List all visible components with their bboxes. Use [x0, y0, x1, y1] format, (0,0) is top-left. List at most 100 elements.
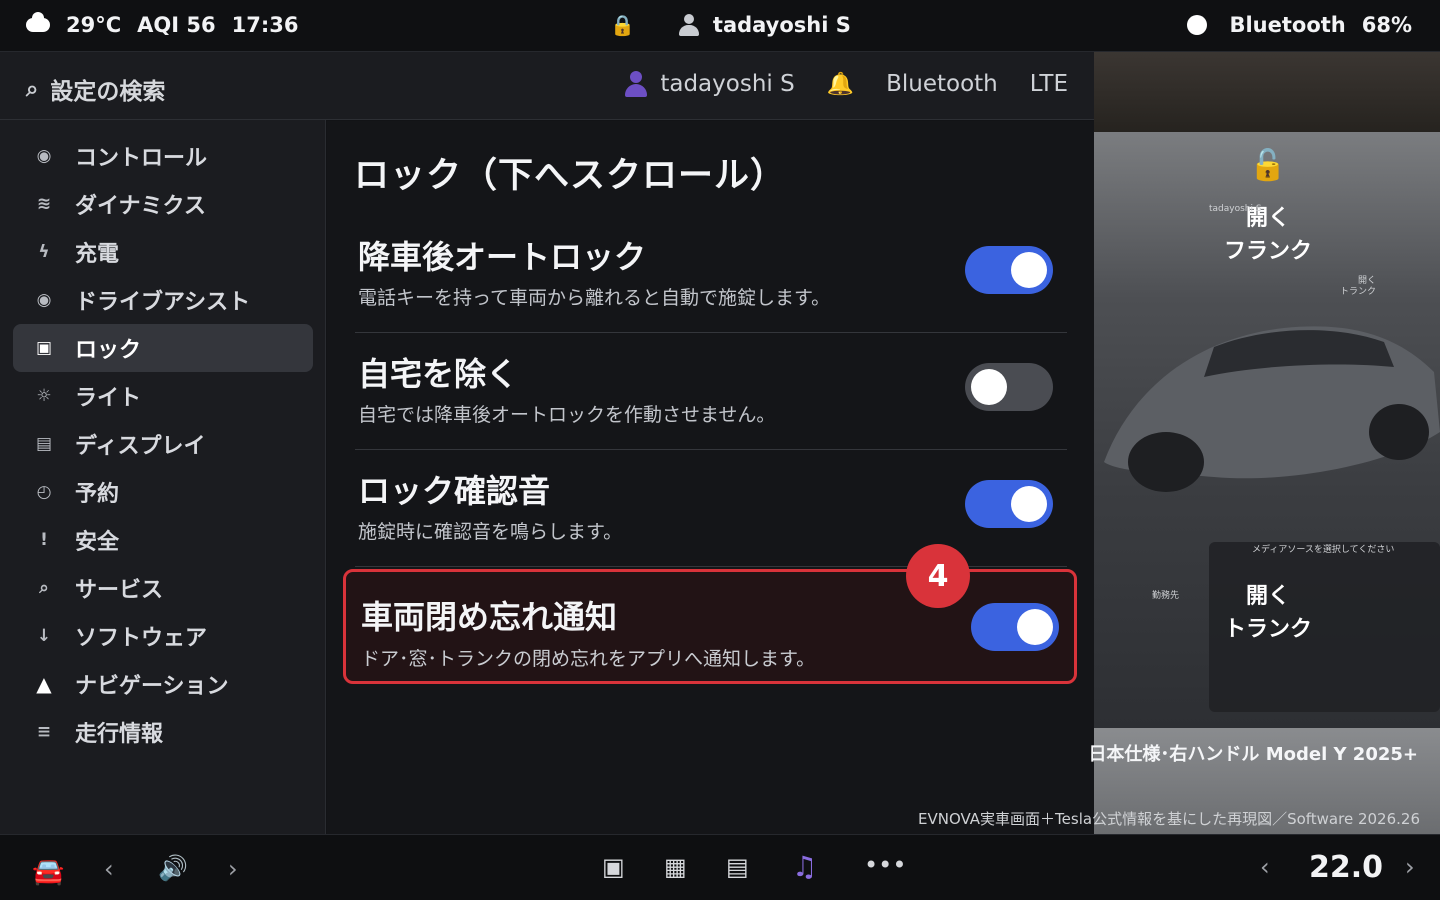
clock: 17:36 [231, 13, 299, 37]
front-wheel-shape [1128, 432, 1204, 492]
rear-wheel-shape [1369, 404, 1429, 460]
car-tiny-user: tadayoshi S [1209, 204, 1262, 214]
car-panel-top [1094, 52, 1440, 132]
header-network: LTE [1029, 71, 1068, 97]
status-center: 🔒 tadayoshi S [610, 13, 851, 37]
battery-percent: 68% [1361, 13, 1412, 37]
sidebar-item-safety[interactable]: ! 安全 [13, 516, 313, 564]
caption-source: EVNOVA実車画面＋Tesla公式情報を基にした再現図／Software 20… [917, 810, 1420, 828]
sidebar-item-lights[interactable]: ☼ ライト [13, 372, 313, 420]
circle-icon: ◉ [36, 290, 52, 310]
sun-icon: ☼ [36, 386, 52, 406]
bell-icon[interactable]: 🔔 [827, 72, 854, 97]
setting-title: ロック確認音 [358, 472, 551, 510]
music-icon[interactable]: ♫ [792, 850, 817, 883]
sidebar-item-navigation[interactable]: ▲ ナビゲーション [13, 660, 313, 708]
sidebar-item-software[interactable]: ↓ ソフトウェア [13, 612, 313, 660]
sidebar-item-label: 充電 [75, 242, 120, 267]
settings-content: ロック（下へスクロール） 降車後オートロック 電話キーを持って車両から離れると自… [327, 121, 1094, 834]
list-icon[interactable]: ▤ [726, 853, 749, 881]
setting-title: 車両閉め忘れ通知 [361, 598, 618, 636]
car-lock-icon[interactable]: 🔓 [1249, 148, 1286, 183]
exclude-home-toggle[interactable] [965, 363, 1053, 411]
lock-icon[interactable]: 🔒 [610, 13, 635, 37]
sidebar-item-label: ライト [75, 386, 142, 411]
sidebar-item-locks[interactable]: ▣ ロック [13, 324, 313, 372]
wave-icon: ≋ [36, 194, 52, 214]
settings-header: ⌕ 設定の検索 tadayoshi S 🔔 Bluetooth LTE [0, 52, 1094, 120]
clock-icon: ◴ [36, 482, 52, 502]
status-bluetooth: Bluetooth [1229, 13, 1346, 37]
sidebar-item-label: サービス [75, 578, 164, 603]
bottom-dock: 🚘 ‹ 🔊 › ▣ ▦ ▤ ♫ ••• ‹ 22.0 › [0, 834, 1440, 900]
sidebar-item-label: ロック [75, 338, 142, 363]
sidebar-item-controls[interactable]: ◉ コントロール [13, 132, 313, 180]
bolt-icon: ϟ [38, 242, 50, 262]
chevron-right-icon[interactable]: › [228, 855, 238, 883]
sidebar-item-service[interactable]: ⌕ サービス [13, 564, 313, 612]
display-icon: ▤ [35, 434, 53, 454]
settings-search[interactable]: ⌕ 設定の検索 [26, 72, 165, 106]
setting-title: 自宅を除く [358, 355, 519, 393]
header-bluetooth[interactable]: Bluetooth [886, 71, 998, 97]
controls-square-icon[interactable]: ▣ [602, 853, 625, 881]
sidebar-item-display[interactable]: ▤ ディスプレイ [13, 420, 313, 468]
sidebar-item-dynamics[interactable]: ≋ ダイナミクス [13, 180, 313, 228]
setting-lock-sound: ロック確認音 施錠時に確認音を鳴らします。 [355, 450, 1067, 567]
sidebar-item-trips[interactable]: ≡ 走行情報 [13, 708, 313, 756]
page-title: ロック（下へスクロール） [354, 156, 787, 196]
sidebar-item-label: ダイナミクス [75, 194, 206, 219]
sidebar-item-schedule[interactable]: ◴ 予約 [13, 468, 313, 516]
caption-model: 日本仕様･右ハンドル Model Y 2025+ [1088, 744, 1418, 765]
cabin-temperature: 22.0 [1309, 850, 1384, 885]
sidebar-item-label: 安全 [75, 530, 120, 555]
tiny-trunk-open: 開く [1358, 276, 1377, 286]
profile-icon [624, 71, 648, 97]
open-trunk-button[interactable]: 開く トランク [1188, 580, 1348, 646]
header-quick-items: tadayoshi S 🔔 Bluetooth LTE [624, 71, 1068, 97]
sidebar-item-label: コントロール [75, 146, 208, 171]
grid-icon[interactable]: ▦ [664, 853, 687, 881]
download-icon: ↓ [36, 626, 52, 646]
search-icon: ⌕ [26, 76, 39, 102]
search-placeholder: 設定の検索 [50, 79, 166, 105]
volume-icon[interactable]: 🔊 [158, 854, 188, 882]
temp-down-chevron-icon[interactable]: ‹ [1260, 853, 1270, 881]
sidebar-item-charging[interactable]: ϟ 充電 [13, 228, 313, 276]
temp-up-chevron-icon[interactable]: › [1405, 853, 1415, 881]
setting-description: ドア･窓･トランクの閉め忘れをアプリへ通知します。 [361, 648, 816, 670]
settings-nav: ◉ コントロール ≋ ダイナミクス ϟ 充電 ◉ ドライブアシスト ▣ ロック … [13, 132, 313, 756]
sidebar-item-label: ナビゲーション [75, 674, 229, 699]
header-user-name: tadayoshi S [660, 71, 795, 97]
open-notification-toggle[interactable] [971, 603, 1059, 651]
wrench-icon: ⌕ [39, 578, 49, 598]
chevron-left-icon[interactable]: ‹ [104, 855, 114, 883]
person-icon [677, 13, 701, 37]
toggle-knob [1011, 486, 1047, 522]
sidebar-item-drive-assist[interactable]: ◉ ドライブアシスト [13, 276, 313, 324]
car-icon[interactable]: 🚘 [32, 857, 64, 887]
more-dots-icon[interactable]: ••• [864, 851, 906, 879]
car-visualization-panel: 🔓 開く フランク tadayoshi S 開く トランク メディアソースを選択… [1094, 52, 1440, 834]
status-user-name[interactable]: tadayoshi S [713, 13, 851, 37]
triangle-icon: ▲ [36, 672, 52, 696]
list-icon: ≡ [36, 722, 52, 742]
setting-exclude-home: 自宅を除く 自宅では降車後オートロックを作動させません。 [355, 333, 1067, 450]
trunk-label-name: トランク [1223, 617, 1312, 642]
circle-icon: ◉ [36, 146, 52, 166]
status-right: Bluetooth 68% [1187, 13, 1412, 37]
sidebar-item-label: 予約 [75, 482, 120, 507]
setting-description: 施錠時に確認音を鳴らします。 [358, 521, 623, 543]
sidebar-item-label: ソフトウェア [75, 626, 208, 651]
lock-sound-toggle[interactable] [965, 480, 1053, 528]
toggle-knob [1017, 609, 1053, 645]
header-user[interactable]: tadayoshi S [624, 71, 795, 97]
walk-away-lock-toggle[interactable] [965, 246, 1053, 294]
exclamation-icon: ! [40, 530, 48, 550]
setting-description: 自宅では降車後オートロックを作動させません。 [358, 404, 776, 426]
trunk-label-open: 開く [1245, 584, 1290, 609]
cloud-icon [26, 12, 50, 32]
square-icon: ▣ [35, 338, 53, 358]
toggle-knob [1011, 252, 1047, 288]
weather-temp: 29°C [66, 13, 122, 37]
